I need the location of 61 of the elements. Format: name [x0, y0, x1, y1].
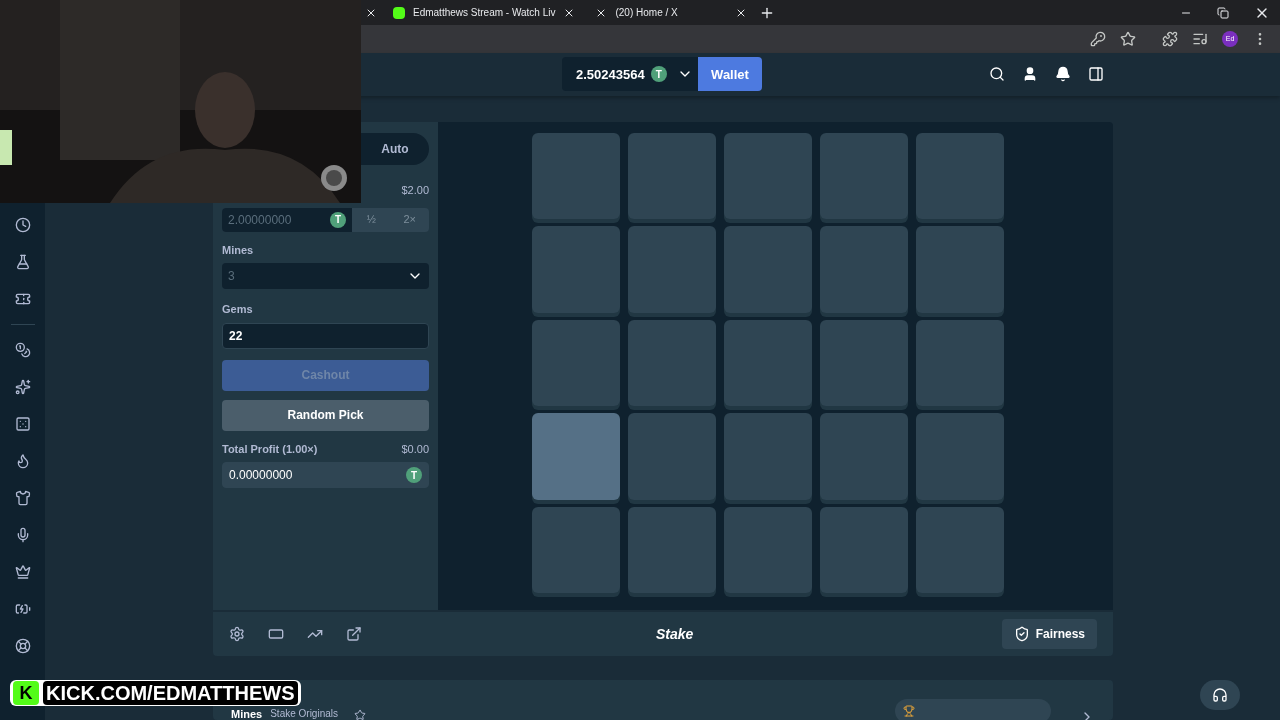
ticket-icon[interactable]: [14, 291, 31, 307]
mine-tile[interactable]: [819, 133, 908, 220]
clock-icon[interactable]: [14, 217, 31, 233]
key-icon[interactable]: [1090, 30, 1106, 47]
popout-icon[interactable]: [346, 626, 362, 642]
tab-title: (20) Home / X: [615, 6, 679, 21]
profit-usd: $0.00: [401, 441, 429, 457]
game-subtitle: Stake Originals: [270, 709, 338, 719]
coin-icon[interactable]: [14, 342, 31, 358]
mine-tile[interactable]: [723, 133, 812, 220]
coin-icon: T: [650, 66, 667, 83]
gems-label: Gems: [222, 302, 254, 317]
trophy-icon: [903, 705, 915, 717]
mine-tile[interactable]: [531, 319, 620, 407]
fairness-button[interactable]: Fairness: [1001, 619, 1097, 649]
mine-tile[interactable]: [627, 133, 716, 220]
battery-icon[interactable]: [14, 601, 31, 617]
user-icon[interactable]: [1022, 66, 1038, 83]
wallet-button[interactable]: Wallet: [698, 57, 762, 92]
stream-url: KICK.COM/EDMATTHEWS: [43, 681, 298, 705]
mines-label: Mines: [222, 242, 255, 258]
flask-icon[interactable]: [14, 254, 31, 270]
browser-tab[interactable]: Edmatthews Stream - Watch Liv: [389, 0, 580, 25]
bet-usd: $2.00: [401, 183, 429, 198]
kick-icon: [393, 6, 405, 19]
mine-tile[interactable]: [915, 133, 1004, 220]
settings-icon[interactable]: [229, 626, 245, 642]
headset-icon: [1212, 687, 1228, 703]
mine-tile[interactable]: [531, 133, 620, 220]
lifebuoy-icon[interactable]: [14, 638, 31, 654]
extensions-icon[interactable]: [1162, 30, 1178, 47]
random-pick-button[interactable]: Random Pick: [222, 399, 429, 431]
bell-icon[interactable]: [1055, 66, 1071, 83]
auto-tab[interactable]: Auto: [361, 133, 429, 165]
mine-tile[interactable]: [915, 319, 1004, 407]
sidebar-toggle-icon[interactable]: [1088, 66, 1104, 83]
bookmark-star-icon[interactable]: [1120, 30, 1136, 47]
restore-icon[interactable]: [1217, 6, 1229, 19]
crown-icon[interactable]: [14, 564, 31, 580]
profit-field: 0.00000000 T: [222, 462, 429, 488]
stake-logo: Stake: [656, 624, 694, 644]
browser-tab[interactable]: (20) Home / X: [591, 0, 752, 25]
shirt-icon[interactable]: [14, 490, 31, 506]
dice-icon[interactable]: [14, 416, 31, 432]
sparkles-icon[interactable]: [14, 379, 31, 395]
gems-field[interactable]: 22: [222, 322, 429, 349]
kick-badge: K: [13, 681, 39, 705]
mine-tile[interactable]: [819, 319, 908, 407]
support-button[interactable]: [1200, 680, 1240, 710]
favourite-icon[interactable]: [354, 709, 366, 720]
balance-selector[interactable]: 2.50243564 T: [562, 57, 698, 92]
mine-tile[interactable]: [627, 319, 716, 407]
mine-tile[interactable]: [723, 319, 812, 407]
tab-title: Edmatthews Stream - Watch Liv: [413, 6, 556, 21]
shield-check-icon: [1013, 626, 1030, 642]
coin-icon: T: [406, 467, 422, 483]
search-icon[interactable]: [989, 66, 1005, 83]
coin-icon: T: [330, 211, 346, 228]
game-title: Mines: [231, 709, 263, 720]
theatre-mode-icon[interactable]: [268, 626, 284, 642]
profit-label: Total Profit (1.00×): [222, 441, 318, 457]
